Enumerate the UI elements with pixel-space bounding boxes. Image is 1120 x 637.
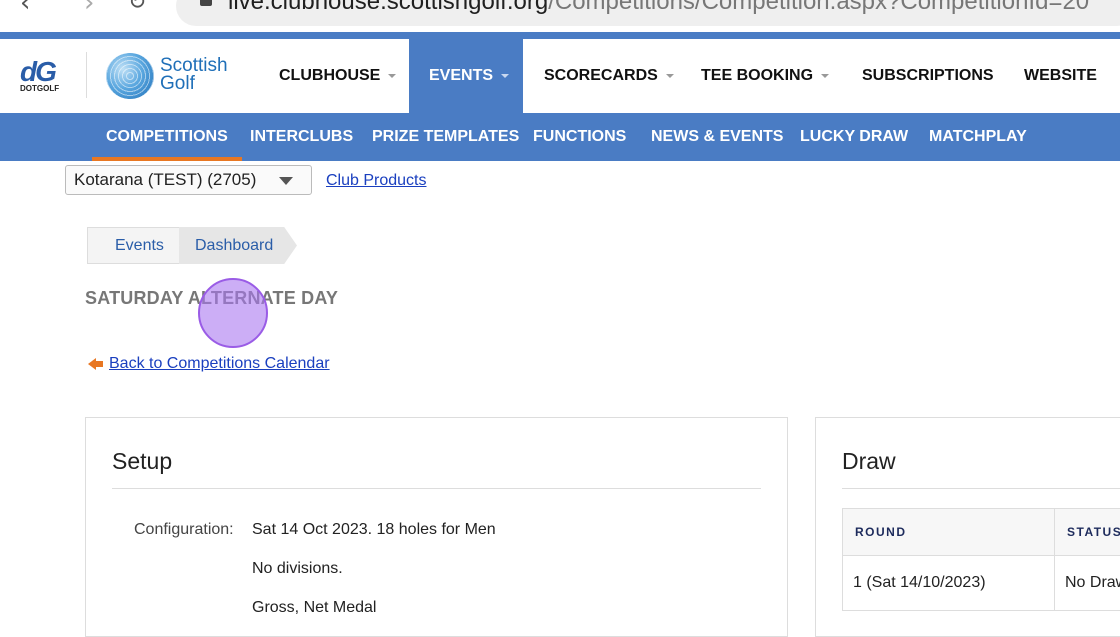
top-navigation: dG DOTGOLF Scottish Golf CLUBHOUSE EVENT… <box>0 39 1120 113</box>
back-to-calendar[interactable]: Back to Competitions Calendar <box>88 355 330 373</box>
club-select-value: Kotarana (TEST) (2705) <box>74 170 256 190</box>
draw-divider <box>842 488 1120 489</box>
nav-clubhouse[interactable]: CLUBHOUSE <box>271 39 404 113</box>
setup-divider <box>112 488 761 489</box>
click-indicator <box>198 278 268 348</box>
forward-arrow-icon[interactable]: › <box>84 0 94 18</box>
lock-icon <box>200 0 212 6</box>
subnav-functions[interactable]: FUNCTIONS <box>533 113 626 161</box>
subnav-prize-templates[interactable]: PRIZE TEMPLATES <box>372 113 519 161</box>
table-header-row: ROUND STATUS <box>843 509 1120 556</box>
dotgolf-label: DOTGOLF <box>20 84 70 93</box>
chevron-down-icon <box>666 74 674 78</box>
status-cell: No Draw <box>1055 556 1120 611</box>
subnav-interclubs[interactable]: INTERCLUBS <box>250 113 353 161</box>
back-to-calendar-link[interactable]: Back to Competitions Calendar <box>109 355 330 373</box>
scottish-golf-logo[interactable]: Scottish Golf <box>160 57 228 93</box>
setup-panel: Setup Configuration: Sat 14 Oct 2023. 18… <box>85 417 788 637</box>
configuration-line: Gross, Net Medal <box>252 599 376 617</box>
back-arrow-tail <box>96 361 103 367</box>
configuration-label: Configuration: <box>134 521 234 539</box>
nav-events[interactable]: EVENTS <box>409 39 523 113</box>
table-row[interactable]: 1 (Sat 14/10/2023) No Draw <box>843 556 1120 611</box>
draw-table: ROUND STATUS 1 (Sat 14/10/2023) No Draw <box>842 508 1120 611</box>
dropdown-arrow-icon <box>279 177 293 185</box>
subnav-news-events[interactable]: NEWS & EVENTS <box>651 113 783 161</box>
sg-logo-line2: Golf <box>160 75 228 93</box>
configuration-line: Sat 14 Oct 2023. 18 holes for Men <box>252 521 496 539</box>
sub-navigation: COMPETITIONS INTERCLUBS PRIZE TEMPLATES … <box>0 113 1120 161</box>
setup-title: Setup <box>112 448 172 475</box>
logo-divider <box>86 52 87 98</box>
url-text[interactable]: live.clubhouse.scottishgolf.org/Competit… <box>228 0 1089 16</box>
draw-panel: Draw ROUND STATUS 1 (Sat 14/10/2023) No … <box>815 417 1120 637</box>
nav-tee-booking[interactable]: TEE BOOKING <box>693 39 837 113</box>
header-accent-bar <box>0 32 1120 39</box>
subnav-competitions[interactable]: COMPETITIONS <box>106 113 228 161</box>
dotgolf-logo[interactable]: dG DOTGOLF <box>20 56 70 100</box>
chevron-down-icon <box>821 74 829 78</box>
chevron-down-icon <box>388 74 396 78</box>
nav-scorecards[interactable]: SCORECARDS <box>536 39 682 113</box>
club-products-link[interactable]: Club Products <box>326 172 427 190</box>
subnav-lucky-draw[interactable]: LUCKY DRAW <box>800 113 908 161</box>
back-arrow-icon <box>88 358 96 370</box>
nav-subscriptions[interactable]: SUBSCRIPTIONS <box>854 39 1002 113</box>
reload-icon[interactable]: ↻ <box>128 0 146 15</box>
column-header-round: ROUND <box>843 509 1055 556</box>
round-cell: 1 (Sat 14/10/2023) <box>843 556 1055 611</box>
chevron-down-icon <box>501 74 509 78</box>
scottish-golf-ball-icon <box>106 53 154 99</box>
back-arrow-icon[interactable]: ‹ <box>20 0 30 18</box>
subnav-matchplay[interactable]: MATCHPLAY <box>929 113 1027 161</box>
breadcrumb-events[interactable]: Events <box>87 227 179 264</box>
browser-toolbar: ‹ › ↻ live.clubhouse.scottishgolf.org/Co… <box>0 0 1120 32</box>
club-select[interactable]: Kotarana (TEST) (2705) <box>65 165 312 195</box>
configuration-line: No divisions. <box>252 560 343 578</box>
nav-website[interactable]: WEBSITE <box>1016 39 1105 113</box>
column-header-status: STATUS <box>1055 509 1120 556</box>
breadcrumb-dashboard[interactable]: Dashboard <box>169 227 297 264</box>
draw-title: Draw <box>842 448 896 475</box>
